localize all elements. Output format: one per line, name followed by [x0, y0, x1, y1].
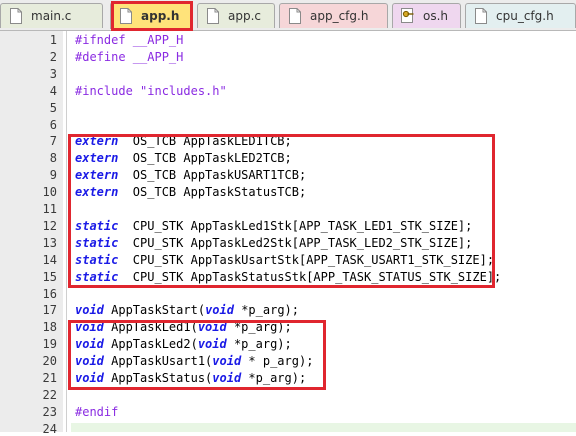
line-number: 7 [49, 134, 57, 149]
tab-bar: main.c app.h app.c app_cfg.h os.h cpu_cfg.h [0, 0, 576, 31]
line-number: 6 [49, 117, 57, 132]
line-number: 15 [42, 269, 57, 284]
tab-label: app_cfg.h [310, 9, 369, 23]
code-token: *p_arg); [233, 303, 299, 318]
code-line[interactable]: #endif [75, 405, 118, 419]
preprocessor-token: #define __APP_H [75, 49, 184, 64]
tab-label: app.c [228, 9, 261, 23]
line-number: 3 [49, 66, 57, 81]
preprocessor-token: #include [75, 83, 141, 98]
tab-app-c[interactable]: app.c [197, 3, 275, 28]
line-number: 20 [42, 354, 57, 369]
line-number: 16 [42, 286, 57, 301]
current-line-highlight [71, 423, 576, 432]
line-number: 2 [49, 49, 57, 64]
tab-main-c[interactable]: main.c [0, 3, 103, 28]
tab-label: os.h [423, 9, 449, 23]
tab-label: cpu_cfg.h [496, 9, 554, 23]
code-line[interactable]: void AppTaskStart(void *p_arg); [75, 303, 299, 317]
line-number: 14 [42, 252, 57, 267]
line-number: 9 [49, 168, 57, 183]
tab-cpu-cfg-h[interactable]: cpu_cfg.h [465, 3, 576, 28]
tab-label: main.c [31, 9, 72, 23]
declarations-highlight-box [68, 134, 495, 288]
preprocessor-token: #ifndef __APP_H [75, 33, 184, 47]
line-number: 8 [49, 151, 57, 166]
fold-margin-line [66, 31, 67, 432]
prototypes-highlight-box [68, 320, 326, 390]
code-token: AppTaskStart( [103, 303, 206, 318]
line-number: 21 [42, 371, 57, 385]
preprocessor-token: "includes.h" [140, 83, 227, 98]
tab-app-cfg-h[interactable]: app_cfg.h [279, 3, 388, 28]
line-number: 10 [42, 185, 57, 200]
line-number: 22 [42, 387, 57, 402]
line-number: 13 [42, 235, 57, 250]
code-line[interactable]: #include "includes.h" [75, 84, 227, 98]
preprocessor-token: #endif [75, 404, 119, 419]
file-icon [475, 8, 487, 24]
keyword-token: void [75, 303, 104, 318]
line-number: 23 [42, 404, 57, 419]
file-icon [289, 8, 301, 24]
code-line[interactable]: #ifndef __APP_H [75, 33, 183, 47]
header-file-icon [401, 8, 414, 23]
line-number: 24 [42, 421, 57, 436]
line-number: 18 [42, 320, 57, 335]
keyword-token: void [205, 303, 234, 318]
file-icon [10, 8, 22, 24]
file-icon [207, 8, 219, 24]
line-number: 19 [42, 337, 57, 352]
line-number: 12 [42, 218, 57, 233]
line-number: 17 [42, 303, 57, 318]
line-number: 11 [42, 202, 57, 216]
active-tab-highlight [111, 1, 193, 31]
line-number: 1 [49, 33, 57, 47]
line-number: 4 [49, 83, 57, 98]
tab-os-h[interactable]: os.h [392, 3, 461, 28]
code-line[interactable]: #define __APP_H [75, 50, 183, 64]
line-number: 5 [49, 100, 57, 115]
